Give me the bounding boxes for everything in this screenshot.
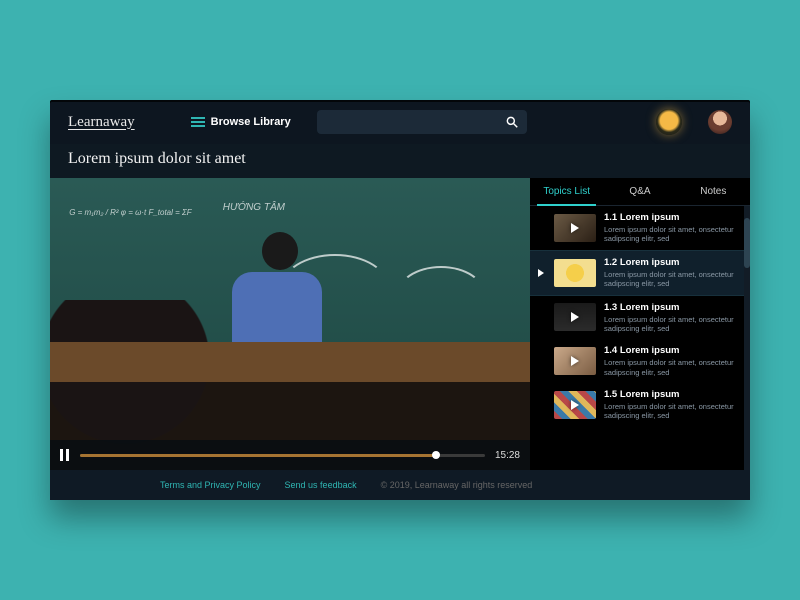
footer-feedback-link[interactable]: Send us feedback <box>285 480 357 490</box>
scrollbar-thumb[interactable] <box>744 218 750 268</box>
play-icon <box>538 269 544 277</box>
chalkboard-title: HƯỚNG TÂM <box>223 201 285 215</box>
topic-desc: Lorem ipsum dolor sit amet, onsectetur s… <box>604 315 742 334</box>
duration-label: 15:28 <box>495 450 520 461</box>
top-bar: Learnaway Browse Library <box>50 100 750 144</box>
topic-desc: Lorem ipsum dolor sit amet, onsectetur s… <box>604 358 742 377</box>
progress-bar[interactable] <box>80 454 485 457</box>
topic-item[interactable]: 1.5 Lorem ipsum Lorem ipsum dolor sit am… <box>530 383 750 427</box>
topic-title: 1.5 Lorem ipsum <box>604 389 742 400</box>
video-frame: G = m₁m₂ / R² φ = ω·t F_total = ΣF HƯỚNG… <box>50 178 530 470</box>
menu-icon <box>191 117 205 127</box>
footer: Terms and Privacy Policy Send us feedbac… <box>50 470 750 500</box>
topic-thumbnail <box>554 303 596 331</box>
pause-button[interactable] <box>60 449 70 461</box>
lesson-title: Lorem ipsum dolor sit amet <box>68 150 732 168</box>
topic-desc: Lorem ipsum dolor sit amet, onsectetur s… <box>604 270 742 289</box>
topics-list[interactable]: 1.1 Lorem ipsum Lorem ipsum dolor sit am… <box>530 206 750 470</box>
logo[interactable]: Learnaway <box>68 114 135 131</box>
main-area: G = m₁m₂ / R² φ = ω·t F_total = ΣF HƯỚNG… <box>50 178 750 470</box>
tab-qa[interactable]: Q&A <box>603 178 676 205</box>
video-player[interactable]: G = m₁m₂ / R² φ = ω·t F_total = ΣF HƯỚNG… <box>50 178 530 470</box>
topic-title: 1.1 Lorem ipsum <box>604 212 742 223</box>
teacher-figure <box>232 232 322 382</box>
topic-thumbnail <box>554 391 596 419</box>
footer-terms-link[interactable]: Terms and Privacy Policy <box>160 480 261 490</box>
progress-knob[interactable] <box>432 451 440 459</box>
footer-copyright: © 2019, Learnaway all rights reserved <box>381 480 533 490</box>
topic-item[interactable]: 1.3 Lorem ipsum Lorem ipsum dolor sit am… <box>530 296 750 340</box>
topic-item[interactable]: 1.4 Lorem ipsum Lorem ipsum dolor sit am… <box>530 339 750 383</box>
lesson-title-row: Lorem ipsum dolor sit amet <box>50 144 750 178</box>
search-icon <box>505 115 519 129</box>
lesson-sidebar: Topics List Q&A Notes 1.1 Lorem ipsum Lo… <box>530 178 750 470</box>
browse-label: Browse Library <box>211 116 291 128</box>
topic-desc: Lorem ipsum dolor sit amet, onsectetur s… <box>604 225 742 244</box>
topic-item[interactable]: 1.1 Lorem ipsum Lorem ipsum dolor sit am… <box>530 206 750 250</box>
topic-desc: Lorem ipsum dolor sit amet, onsectetur s… <box>604 402 742 421</box>
search-input[interactable] <box>317 110 527 134</box>
topic-title: 1.3 Lorem ipsum <box>604 302 742 313</box>
browse-library-button[interactable]: Browse Library <box>191 116 291 128</box>
user-avatar[interactable] <box>708 110 732 134</box>
topic-thumbnail <box>554 214 596 242</box>
app-window: Learnaway Browse Library Lorem ipsum dol… <box>50 100 750 500</box>
chalkboard-notes: G = m₁m₂ / R² φ = ω·t F_total = ΣF <box>69 207 192 218</box>
player-controls: 15:28 <box>50 440 530 470</box>
topic-thumbnail <box>554 259 596 287</box>
topic-title: 1.4 Lorem ipsum <box>604 345 742 356</box>
topic-thumbnail <box>554 347 596 375</box>
sidebar-tabs: Topics List Q&A Notes <box>530 178 750 206</box>
tab-topics-list[interactable]: Topics List <box>530 178 603 205</box>
topic-item[interactable]: 1.2 Lorem ipsum Lorem ipsum dolor sit am… <box>530 250 750 296</box>
tab-notes[interactable]: Notes <box>677 178 750 205</box>
topic-title: 1.2 Lorem ipsum <box>604 257 742 268</box>
lightbulb-icon[interactable] <box>656 109 682 135</box>
